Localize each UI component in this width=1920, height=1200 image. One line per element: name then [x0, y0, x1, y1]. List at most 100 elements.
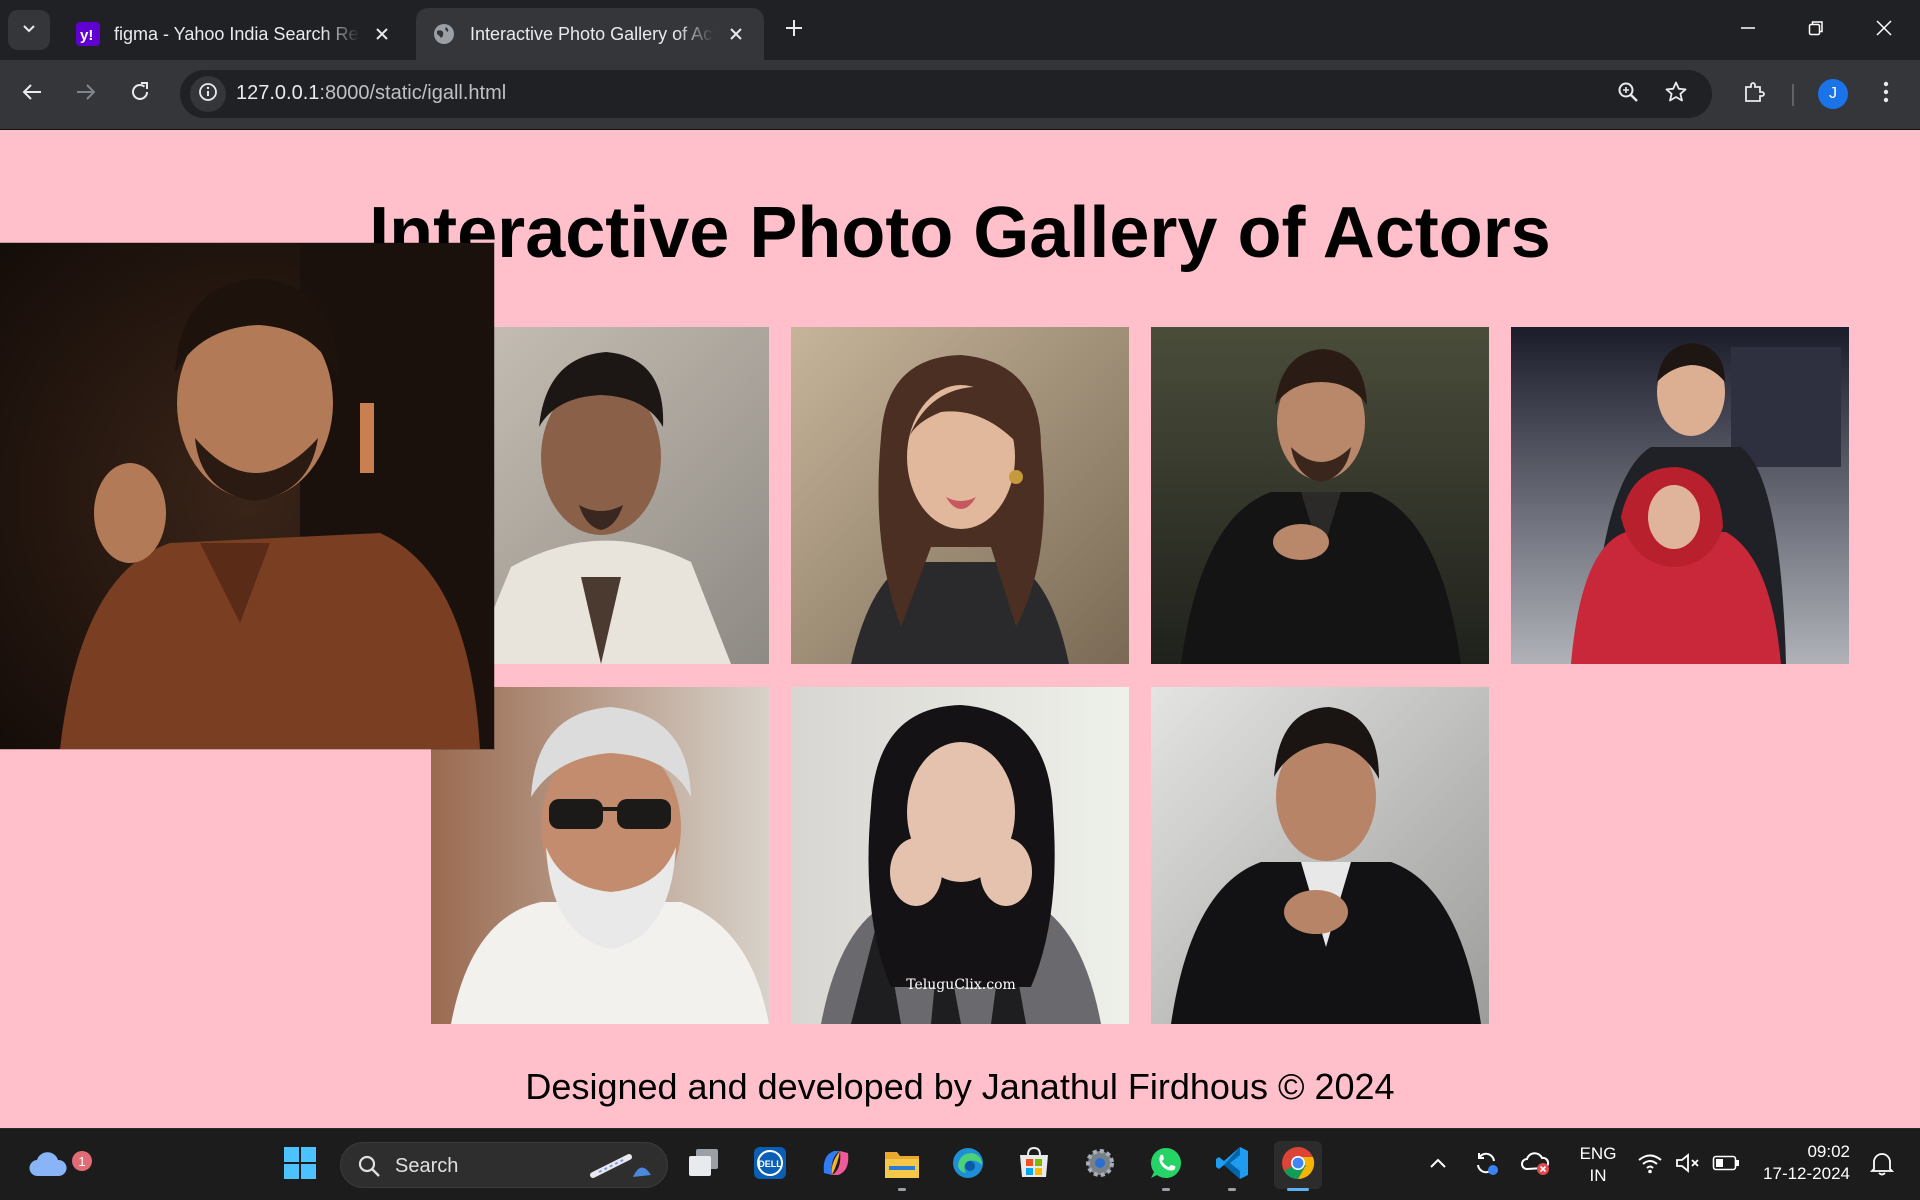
file-explorer-button[interactable] [878, 1141, 926, 1191]
reload-button[interactable] [120, 74, 160, 114]
plus-icon [785, 19, 803, 42]
whatsapp-icon [1148, 1145, 1184, 1186]
back-button[interactable] [12, 74, 52, 114]
settings-button[interactable] [1076, 1141, 1124, 1189]
edge-button[interactable] [944, 1141, 992, 1189]
svg-text:DELL: DELL [758, 1159, 782, 1169]
clock[interactable]: 09:02 17-12-2024 [1754, 1141, 1850, 1185]
taskbar-search-box[interactable]: Search [340, 1142, 668, 1188]
gear-icon [1082, 1145, 1118, 1186]
info-icon [198, 82, 218, 107]
clock-time: 09:02 [1807, 1142, 1850, 1161]
dell-app-button[interactable]: DELL [746, 1141, 794, 1189]
address-bar[interactable]: 127.0.0.1:8000/static/igall.html [180, 70, 1712, 118]
close-tab-icon[interactable] [370, 22, 394, 46]
gallery-photo-4[interactable] [1151, 327, 1489, 664]
sync-status-button[interactable] [1466, 1141, 1506, 1189]
edge-icon [950, 1145, 986, 1186]
url-host: 127.0.0.1 [236, 82, 320, 104]
reload-icon [129, 81, 151, 108]
url-path: :8000/static/igall.html [319, 82, 507, 104]
zoom-icon [1617, 81, 1639, 108]
running-indicator [1228, 1188, 1236, 1191]
minimize-icon [1740, 20, 1756, 41]
task-view-icon [686, 1147, 722, 1184]
gallery-photo-3[interactable] [791, 327, 1129, 664]
store-icon [1016, 1145, 1052, 1186]
tab-yahoo-search[interactable]: y! figma - Yahoo India Search Results [60, 8, 410, 60]
vscode-button[interactable] [1208, 1141, 1256, 1191]
browser-toolbar: 127.0.0.1:8000/static/igall.html J [0, 60, 1920, 130]
kebab-menu-icon [1883, 81, 1889, 108]
close-icon [1876, 19, 1892, 41]
weather-widget[interactable]: 1 [24, 1141, 92, 1189]
cloud-error-icon [1521, 1149, 1551, 1182]
onedrive-status-button[interactable] [1516, 1141, 1556, 1189]
svg-text:y!: y! [80, 27, 93, 44]
menu-button[interactable] [1866, 74, 1906, 114]
search-highlight-icon [589, 1151, 659, 1186]
zoom-button[interactable] [1612, 78, 1644, 110]
minimize-button[interactable] [1714, 0, 1782, 60]
copilot-button[interactable] [812, 1141, 860, 1189]
windows-logo-icon [283, 1146, 317, 1185]
gallery-photo-8[interactable] [1151, 687, 1489, 1024]
restore-icon [1808, 20, 1824, 41]
tab-photo-gallery[interactable]: Interactive Photo Gallery of Actors [416, 8, 764, 60]
photo-watermark: TeluguClix.com [906, 977, 1016, 993]
gallery-photo-7[interactable]: TeluguClix.com [791, 687, 1129, 1024]
bookmark-button[interactable] [1660, 78, 1692, 110]
start-button[interactable] [276, 1141, 324, 1189]
close-window-button[interactable] [1850, 0, 1918, 60]
gallery-photo-5[interactable] [1511, 327, 1849, 664]
running-indicator [1162, 1188, 1170, 1191]
tab-title: Interactive Photo Gallery of Actors [470, 23, 714, 44]
volume-status[interactable] [1668, 1141, 1708, 1189]
file-explorer-icon [883, 1146, 921, 1185]
extensions-button[interactable] [1734, 74, 1774, 114]
whatsapp-button[interactable] [1142, 1141, 1190, 1191]
wifi-icon [1637, 1152, 1663, 1179]
notifications-button[interactable] [1862, 1141, 1902, 1189]
arrow-left-icon [21, 81, 43, 108]
close-tab-icon[interactable] [724, 22, 748, 46]
vscode-icon [1214, 1145, 1250, 1186]
chevron-down-icon [21, 20, 37, 41]
tab-strip: y! figma - Yahoo India Search Results In… [0, 0, 1920, 60]
wifi-status[interactable] [1630, 1141, 1670, 1189]
chevron-up-icon [1429, 1156, 1447, 1174]
tab-title: figma - Yahoo India Search Results [114, 23, 360, 44]
region-code: IN [1589, 1166, 1607, 1185]
show-hidden-icons-button[interactable] [1418, 1141, 1458, 1189]
yahoo-icon: y! [76, 22, 100, 46]
gallery-photo-1-enlarged[interactable] [0, 243, 494, 749]
page-footer: Designed and developed by Janathul Firdh… [525, 1066, 1395, 1107]
site-info-button[interactable] [190, 76, 226, 112]
search-label: Search [395, 1155, 459, 1177]
battery-icon [1712, 1154, 1740, 1177]
toolbar-divider [1792, 84, 1794, 106]
dell-icon: DELL [752, 1145, 788, 1186]
store-button[interactable] [1010, 1141, 1058, 1189]
page-viewport: Interactive Photo Gallery of Actors Telu… [0, 130, 1920, 1128]
copilot-icon [818, 1145, 854, 1186]
cloud-icon [28, 1148, 68, 1183]
search-icon [357, 1154, 381, 1183]
forward-button[interactable] [66, 74, 106, 114]
profile-avatar[interactable]: J [1818, 79, 1848, 109]
restore-button[interactable] [1782, 0, 1850, 60]
sync-icon [1472, 1149, 1500, 1182]
globe-icon [432, 22, 456, 46]
tab-search-button[interactable] [8, 10, 50, 50]
volume-muted-icon [1675, 1152, 1701, 1179]
task-view-button[interactable] [680, 1141, 728, 1189]
running-indicator [898, 1188, 906, 1191]
battery-status[interactable] [1706, 1141, 1746, 1189]
windows-taskbar: 1 Search DELL ENG IN 09:02 17-12-2024 [0, 1128, 1920, 1200]
new-tab-button[interactable] [776, 12, 812, 48]
url-text[interactable]: 127.0.0.1:8000/static/igall.html [236, 82, 506, 105]
chrome-button[interactable] [1274, 1141, 1322, 1191]
star-icon [1664, 80, 1688, 109]
language-indicator[interactable]: ENG IN [1570, 1143, 1626, 1187]
puzzle-icon [1742, 80, 1766, 109]
